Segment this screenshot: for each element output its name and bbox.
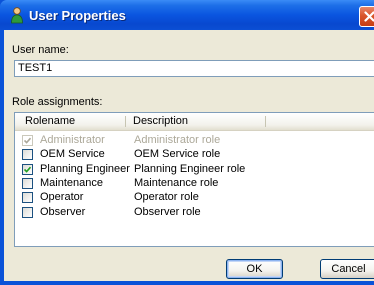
ok-button[interactable]: OK (226, 259, 283, 279)
description-cell: OEM Service role (134, 148, 221, 161)
check-icon (24, 137, 31, 144)
dialog-body: User name: TEST1 Role assignments: Rolen… (4, 30, 374, 281)
username-label: User name: (12, 44, 69, 56)
rolename-cell: Maintenance (40, 176, 103, 189)
role-checkbox[interactable] (22, 163, 33, 175)
rolename-cell: Planning Engineer (40, 162, 130, 175)
description-cell: Maintenance role (134, 176, 219, 189)
list-header: Rolename Description (15, 113, 374, 131)
role-checkbox[interactable] (22, 192, 33, 204)
window-title: User Properties (29, 8, 126, 23)
close-icon (364, 11, 374, 22)
description-cell: Planning Engineer role (134, 162, 246, 175)
role-checkbox (22, 135, 33, 146)
rolename-cell: Operator (40, 191, 84, 204)
column-divider[interactable] (125, 116, 126, 127)
rolename-cell: Observer (40, 205, 86, 218)
role-assignments-list[interactable]: Rolename Description Administrator Admini… (14, 112, 374, 247)
description-cell: Administrator role (134, 134, 221, 146)
column-header-description[interactable]: Description (133, 115, 188, 127)
role-assignments-label: Role assignments: (12, 96, 103, 108)
table-row[interactable]: Operator Operator role (15, 191, 374, 205)
check-icon (24, 166, 31, 173)
rolename-cell: OEM Service (40, 148, 105, 161)
user-properties-window: User Properties User name: TEST1 Role as… (0, 0, 374, 285)
rolename-cell: Administrator (40, 134, 105, 146)
column-divider[interactable] (265, 116, 266, 127)
role-checkbox[interactable] (22, 206, 33, 218)
column-header-rolename[interactable]: Rolename (25, 115, 75, 127)
username-field[interactable]: TEST1 (14, 60, 374, 77)
description-cell: Observer role (134, 205, 201, 218)
table-row[interactable]: Administrator Administrator role (15, 134, 374, 148)
table-row[interactable]: Maintenance Maintenance role (15, 177, 374, 191)
role-checkbox[interactable] (22, 177, 33, 189)
cancel-button[interactable]: Cancel (320, 259, 374, 279)
table-row[interactable]: Observer Observer role (15, 206, 374, 220)
role-checkbox[interactable] (22, 149, 33, 161)
table-row[interactable]: OEM Service OEM Service role (15, 148, 374, 162)
user-icon (11, 7, 23, 24)
description-cell: Operator role (134, 191, 199, 204)
table-row[interactable]: Planning Engineer Planning Engineer role (15, 163, 374, 177)
close-button[interactable] (359, 6, 374, 27)
title-bar[interactable]: User Properties (0, 0, 374, 30)
